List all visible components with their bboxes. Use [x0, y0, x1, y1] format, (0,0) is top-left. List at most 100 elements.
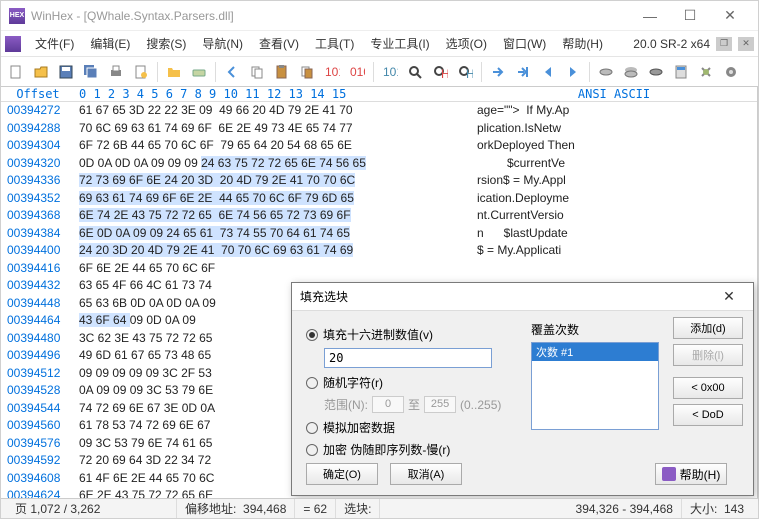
- radio-slow-label: 加密 伪随即序列数-慢(r): [323, 441, 450, 458]
- tb-cut-icon[interactable]: [296, 61, 318, 83]
- offset-cell: 00394368: [1, 207, 75, 225]
- tb-open-icon[interactable]: [30, 61, 52, 83]
- hex-value-input[interactable]: [324, 348, 492, 368]
- status-sel-value: 394,326 - 394,468: [568, 499, 682, 518]
- hex-row[interactable]: 003943200D 0A 0D 0A 09 09 09 24 63 75 72…: [1, 155, 757, 173]
- tb-print-icon[interactable]: [105, 61, 127, 83]
- menu-options[interactable]: 选项(O): [438, 32, 495, 55]
- tb-hex2-icon[interactable]: 010: [346, 61, 368, 83]
- menu-tools[interactable]: 工具(T): [307, 32, 362, 55]
- offset-cell: 00394384: [1, 225, 75, 243]
- tb-prev-icon[interactable]: [537, 61, 559, 83]
- hex-row[interactable]: 0039428870 6C 69 63 61 74 69 6F 6E 2E 49…: [1, 120, 757, 138]
- radio-slow[interactable]: [306, 444, 318, 456]
- radio-hex-label: 填充十六进制数值(v): [323, 326, 433, 343]
- hex-row[interactable]: 003943046F 72 6B 44 65 70 6C 6F 79 65 64…: [1, 137, 757, 155]
- mdi-close-button[interactable]: ✕: [738, 37, 754, 51]
- menu-help[interactable]: 帮助(H): [554, 32, 611, 55]
- tb-bits-icon[interactable]: 101: [379, 61, 401, 83]
- cancel-button[interactable]: 取消(A): [390, 463, 462, 485]
- range-label: 范围(N):: [324, 396, 368, 413]
- bytes-cell[interactable]: 6E 74 2E 43 75 72 72 65 6E 74 56 65 72 7…: [75, 207, 471, 225]
- maximize-button[interactable]: ☐: [670, 2, 710, 30]
- offset-cell: 00394496: [1, 347, 75, 365]
- tb-folder-icon[interactable]: [163, 61, 185, 83]
- minimize-button[interactable]: —: [630, 2, 670, 30]
- tb-properties-icon[interactable]: [130, 61, 152, 83]
- tb-copy-icon[interactable]: [246, 61, 268, 83]
- menu-file[interactable]: 文件(F): [27, 32, 82, 55]
- tb-disk1-icon[interactable]: [595, 61, 617, 83]
- hex-row[interactable]: 003943846E 0D 0A 09 09 24 65 61 73 74 55…: [1, 225, 757, 243]
- radio-hex[interactable]: [306, 329, 318, 341]
- repeat-label: 覆盖次数: [531, 321, 659, 338]
- tb-new-icon[interactable]: [5, 61, 27, 83]
- add-button[interactable]: 添加(d): [673, 317, 743, 339]
- toolbar: 101 010 101 HEX HEX: [1, 57, 758, 87]
- tb-findtxt-icon[interactable]: HEX: [454, 61, 476, 83]
- help-button[interactable]: 帮助(H): [655, 463, 727, 485]
- menu-window[interactable]: 窗口(W): [495, 32, 554, 55]
- status-offset-label: 偏移地址:: [185, 500, 236, 517]
- mdi-restore-button[interactable]: ❐: [716, 37, 732, 51]
- fill-dod-button[interactable]: < DoD: [673, 404, 743, 426]
- close-button[interactable]: ✕: [710, 2, 750, 30]
- tb-next-icon[interactable]: [562, 61, 584, 83]
- tb-gotoend-icon[interactable]: [512, 61, 534, 83]
- hex-row[interactable]: 003943686E 74 2E 43 75 72 72 65 6E 74 56…: [1, 207, 757, 225]
- hex-row[interactable]: 003944166F 6E 2E 44 65 70 6C 6F: [1, 260, 757, 278]
- tb-findhex-icon[interactable]: HEX: [429, 61, 451, 83]
- menubar: 文件(F) 编辑(E) 搜索(S) 导航(N) 查看(V) 工具(T) 专业工具…: [1, 31, 758, 57]
- tb-find-icon[interactable]: [404, 61, 426, 83]
- tb-back-icon[interactable]: [221, 61, 243, 83]
- bytes-cell[interactable]: 6F 72 6B 44 65 70 6C 6F 79 65 64 20 54 6…: [75, 137, 471, 155]
- tb-disk2-icon[interactable]: [620, 61, 642, 83]
- tb-paste-icon[interactable]: [271, 61, 293, 83]
- tb-goto-icon[interactable]: [487, 61, 509, 83]
- bytes-cell[interactable]: 6E 0D 0A 09 09 24 65 61 73 74 55 70 64 6…: [75, 225, 471, 243]
- bytes-cell[interactable]: 6F 6E 2E 44 65 70 6C 6F: [75, 260, 471, 278]
- hex-row[interactable]: 0039427261 67 65 3D 22 22 3E 09 49 66 20…: [1, 102, 757, 120]
- tb-disk3-icon[interactable]: [645, 61, 667, 83]
- range-hint: (0..255): [460, 398, 501, 412]
- dialog-close-button[interactable]: ✕: [713, 286, 745, 308]
- menu-edit[interactable]: 编辑(E): [82, 32, 138, 55]
- offset-cell: 00394576: [1, 435, 75, 453]
- svg-text:010: 010: [350, 65, 365, 79]
- fill-0x00-button[interactable]: < 0x00: [673, 377, 743, 399]
- bytes-cell[interactable]: 70 6C 69 63 61 74 69 6F 6E 2E 49 73 4E 6…: [75, 120, 471, 138]
- menu-nav[interactable]: 导航(N): [194, 32, 251, 55]
- app-icon: HEX: [9, 8, 25, 24]
- tb-hex-icon[interactable]: 101: [321, 61, 343, 83]
- ascii-cell: age=""> If My.Ap: [471, 102, 757, 120]
- hex-row[interactable]: 0039435269 63 61 74 69 6F 6E 2E 44 65 70…: [1, 190, 757, 208]
- hex-row[interactable]: 0039433672 73 69 6F 6E 24 20 3D 20 4D 79…: [1, 172, 757, 190]
- titlebar: HEX WinHex - [QWhale.Syntax.Parsers.dll]…: [1, 1, 758, 31]
- window-title: WinHex - [QWhale.Syntax.Parsers.dll]: [31, 9, 630, 23]
- offset-cell: 00394512: [1, 365, 75, 383]
- list-item[interactable]: 次数 #1: [532, 343, 658, 361]
- menu-protools[interactable]: 专业工具(I): [362, 32, 437, 55]
- bytes-cell[interactable]: 72 73 69 6F 6E 24 20 3D 20 4D 79 2E 41 7…: [75, 172, 471, 190]
- bytes-cell[interactable]: 61 67 65 3D 22 22 3E 09 49 66 20 4D 79 2…: [75, 102, 471, 120]
- repeat-listbox[interactable]: 次数 #1: [531, 342, 659, 430]
- tb-save-icon[interactable]: [55, 61, 77, 83]
- offset-cell: 00394320: [1, 155, 75, 173]
- bytes-cell[interactable]: 69 63 61 74 69 6F 6E 2E 44 65 70 6C 6F 7…: [75, 190, 471, 208]
- menu-view[interactable]: 查看(V): [251, 32, 307, 55]
- delete-button[interactable]: 删除(l): [673, 344, 743, 366]
- ok-button[interactable]: 确定(O): [306, 463, 378, 485]
- offset-cell: 00394400: [1, 242, 75, 260]
- hex-row[interactable]: 0039440024 20 3D 20 4D 79 2E 41 70 70 6C…: [1, 242, 757, 260]
- tb-saveall-icon[interactable]: [80, 61, 102, 83]
- radio-random[interactable]: [306, 377, 318, 389]
- bytes-cell[interactable]: 0D 0A 0D 0A 09 09 09 24 63 75 72 72 65 6…: [75, 155, 471, 173]
- tb-options-icon[interactable]: [695, 61, 717, 83]
- bytes-cell[interactable]: 24 20 3D 20 4D 79 2E 41 70 70 6C 69 63 6…: [75, 242, 471, 260]
- tb-settings-icon[interactable]: [720, 61, 742, 83]
- radio-encrypt[interactable]: [306, 422, 318, 434]
- menu-search[interactable]: 搜索(S): [138, 32, 194, 55]
- tb-disk-icon[interactable]: [188, 61, 210, 83]
- help-icon: [662, 467, 676, 481]
- tb-calc-icon[interactable]: [670, 61, 692, 83]
